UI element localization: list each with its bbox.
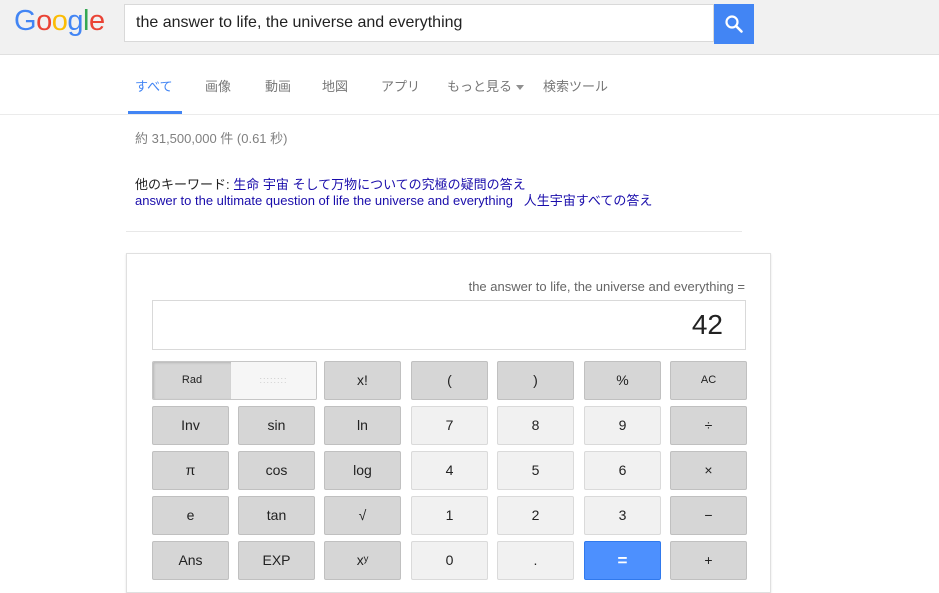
- google-logo[interactable]: Google: [14, 5, 105, 38]
- search-tabs: すべて 画像 動画 地図 アプリ もっと見る 検索ツール: [0, 55, 939, 115]
- tab-videos[interactable]: 動画: [265, 76, 291, 95]
- search-box[interactable]: [124, 4, 714, 42]
- digit-6-key[interactable]: 6: [584, 451, 661, 490]
- right-paren-key[interactable]: ): [497, 361, 574, 400]
- related-link-2[interactable]: answer to the ultimate question of life …: [135, 193, 513, 208]
- tan-key[interactable]: tan: [238, 496, 315, 535]
- cos-key[interactable]: cos: [238, 451, 315, 490]
- digit-9-key[interactable]: 9: [584, 406, 661, 445]
- rad-option[interactable]: Rad: [153, 362, 231, 399]
- digit-5-key[interactable]: 5: [497, 451, 574, 490]
- plus-key[interactable]: +: [670, 541, 747, 580]
- search-icon: [725, 15, 743, 33]
- minus-key[interactable]: −: [670, 496, 747, 535]
- logo-letter: G: [14, 5, 37, 37]
- calculator-card: the answer to life, the universe and eve…: [126, 253, 771, 593]
- header-bar: Google: [0, 0, 939, 55]
- tab-more-label: もっと見る: [447, 79, 513, 94]
- rad-deg-toggle[interactable]: Rad ::::::::: [152, 361, 317, 400]
- exp-key[interactable]: EXP: [238, 541, 315, 580]
- calculator-result: 42: [691, 309, 723, 340]
- calculator-display: 42: [152, 300, 746, 350]
- related-link-1[interactable]: 生命 宇宙 そして万物についての究極の疑問の答え: [233, 177, 525, 192]
- power-key[interactable]: xʸ: [324, 541, 401, 580]
- digit-3-key[interactable]: 3: [584, 496, 661, 535]
- euler-key[interactable]: e: [152, 496, 229, 535]
- calculator-expression: the answer to life, the universe and eve…: [468, 279, 745, 294]
- log-key[interactable]: log: [324, 451, 401, 490]
- tab-maps[interactable]: 地図: [322, 76, 348, 95]
- digit-7-key[interactable]: 7: [411, 406, 488, 445]
- logo-letter: o: [51, 5, 68, 37]
- deg-option[interactable]: ::::::::: [231, 362, 316, 399]
- digit-1-key[interactable]: 1: [411, 496, 488, 535]
- result-stats: 約 31,500,000 件 (0.61 秒): [135, 131, 288, 146]
- percent-key[interactable]: %: [584, 361, 661, 400]
- divide-key[interactable]: ÷: [670, 406, 747, 445]
- all-clear-key[interactable]: AC: [670, 361, 747, 400]
- tab-images[interactable]: 画像: [205, 76, 231, 95]
- sqrt-key[interactable]: √: [324, 496, 401, 535]
- search-button[interactable]: [714, 4, 754, 44]
- digit-8-key[interactable]: 8: [497, 406, 574, 445]
- equals-key[interactable]: =: [584, 541, 661, 580]
- tab-more[interactable]: もっと見る: [447, 76, 525, 95]
- sin-key[interactable]: sin: [238, 406, 315, 445]
- logo-letter: g: [67, 5, 83, 37]
- related-label: 他のキーワード:: [135, 177, 234, 192]
- related-searches: 他のキーワード: 生命 宇宙 そして万物についての究極の疑問の答え answer…: [135, 177, 652, 209]
- multiply-key[interactable]: ×: [670, 451, 747, 490]
- pi-key[interactable]: π: [152, 451, 229, 490]
- factorial-key[interactable]: x!: [324, 361, 401, 400]
- divider: [126, 231, 742, 232]
- tab-search-tools[interactable]: 検索ツール: [543, 76, 608, 95]
- digit-0-key[interactable]: 0: [411, 541, 488, 580]
- active-tab-indicator: [128, 111, 182, 114]
- tab-apps[interactable]: アプリ: [381, 76, 420, 95]
- inverse-key[interactable]: Inv: [152, 406, 229, 445]
- logo-letter: o: [36, 5, 52, 37]
- left-paren-key[interactable]: (: [411, 361, 488, 400]
- ln-key[interactable]: ln: [324, 406, 401, 445]
- related-link-3[interactable]: 人生宇宙すべての答え: [524, 193, 653, 208]
- digit-4-key[interactable]: 4: [411, 451, 488, 490]
- search-input[interactable]: [125, 5, 696, 41]
- decimal-key[interactable]: .: [497, 541, 574, 580]
- ans-key[interactable]: Ans: [152, 541, 229, 580]
- digit-2-key[interactable]: 2: [497, 496, 574, 535]
- chevron-down-icon: [516, 85, 525, 91]
- tab-all[interactable]: すべて: [135, 76, 173, 95]
- logo-letter: e: [88, 5, 105, 37]
